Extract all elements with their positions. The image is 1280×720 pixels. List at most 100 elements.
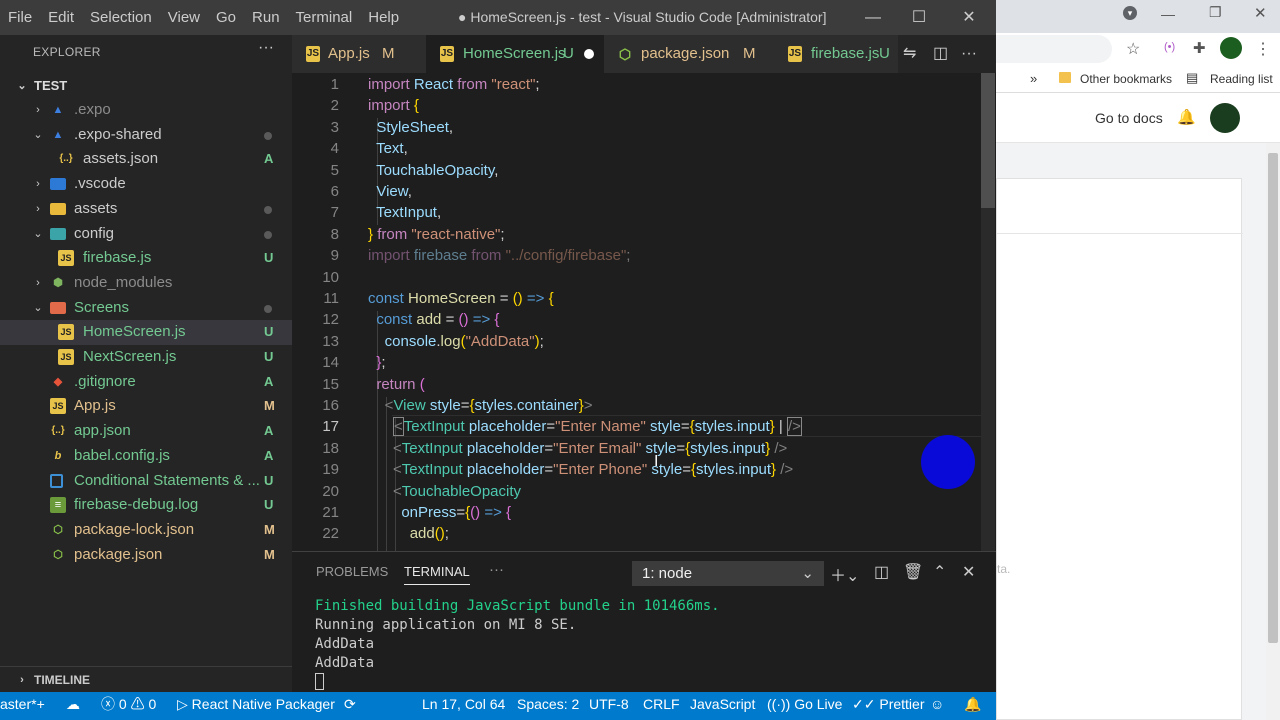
close-button[interactable]: ✕	[946, 0, 992, 35]
git-status-badge: M	[264, 546, 275, 562]
split-editor-icon[interactable]: ◫	[933, 35, 948, 73]
close-icon[interactable]: ✕	[1254, 4, 1267, 22]
code-line-11: 11 const HomeScreen = () => {	[292, 288, 982, 309]
menu-file[interactable]: File	[0, 9, 40, 26]
close-panel-icon[interactable]: ✕	[962, 562, 975, 582]
maximize-button[interactable]: ☐	[896, 0, 942, 35]
indentation[interactable]: Spaces: 2	[517, 692, 579, 720]
tree-item-expo[interactable]: › ▲ .expo	[0, 98, 292, 123]
refresh-icon[interactable]: ⟳	[344, 692, 356, 720]
tree-item-app-js[interactable]: JS App.js M	[0, 394, 292, 419]
tree-item-config[interactable]: ⌄ config	[0, 222, 292, 247]
trash-icon[interactable]: 🗑	[903, 562, 923, 582]
user-avatar[interactable]	[1210, 103, 1240, 133]
tab-firebase-js[interactable]: JS firebase.js U	[774, 35, 898, 73]
tree-item-assets[interactable]: › assets	[0, 197, 292, 222]
vscode-window: File Edit Selection View Go Run Terminal…	[0, 0, 996, 720]
bookmarks-overflow[interactable]: »	[1030, 71, 1037, 86]
menu-go[interactable]: Go	[208, 9, 244, 26]
cast-icon[interactable]: (•)	[1164, 41, 1175, 53]
sync-icon[interactable]: ☁	[66, 692, 80, 720]
tree-item-firebase-debug-log[interactable]: ≡ firebase-debug.log U	[0, 493, 292, 518]
menu-run[interactable]: Run	[244, 9, 288, 26]
line-ending[interactable]: CRLF	[643, 692, 680, 720]
other-bookmarks[interactable]: Other bookmarks	[1080, 72, 1172, 86]
tab-package-json[interactable]: ⬡ package.json M	[604, 35, 774, 73]
timeline-section[interactable]: › TIMELINE	[0, 666, 292, 692]
go-live-button[interactable]: ((·)) Go Live	[767, 692, 842, 720]
page-scrollbar[interactable]	[1266, 143, 1280, 720]
tab-app-js[interactable]: JS App.js M	[292, 35, 426, 73]
tree-item-package-lock-json[interactable]: ⬡ package-lock.json M	[0, 518, 292, 543]
panel-more-icon[interactable]: ···	[489, 561, 504, 578]
tree-item-nextscreen-js[interactable]: JS NextScreen.js U	[0, 345, 292, 370]
npm-file-icon: ⬡	[53, 523, 63, 536]
menu-selection[interactable]: Selection	[82, 9, 160, 26]
chrome-menu-icon[interactable]: ⋮	[1255, 39, 1271, 59]
menu-terminal[interactable]: Terminal	[288, 9, 361, 26]
tree-item-assets-json[interactable]: {..} assets.json A	[0, 147, 292, 172]
tree-item-babel-config[interactable]: b babel.config.js A	[0, 444, 292, 469]
minimize-button[interactable]: —	[850, 0, 896, 35]
notification-bell-icon[interactable]: 🔔	[1177, 108, 1196, 126]
notification-bell-icon[interactable]: 🔔	[964, 692, 981, 720]
minimize-icon[interactable]: —	[1161, 6, 1175, 22]
new-terminal-icon[interactable]: ＋⌄	[830, 562, 859, 586]
tree-item-label: config	[74, 224, 115, 242]
tree-item-package-json[interactable]: ⬡ package.json M	[0, 543, 292, 568]
code-editor[interactable]: 1 import React from "react"; 2 import { 3 …	[292, 73, 996, 551]
tree-item-screens[interactable]: ⌄ Screens	[0, 296, 292, 321]
tab-problems[interactable]: PROBLEMS	[316, 564, 388, 579]
reading-list[interactable]: Reading list	[1210, 72, 1273, 86]
editor-scrollbar-thumb[interactable]	[981, 73, 995, 208]
compare-changes-icon[interactable]: ⇋	[903, 35, 916, 73]
git-status-badge: M	[264, 398, 275, 414]
git-branch[interactable]: aster*+	[0, 692, 45, 720]
go-to-docs-link[interactable]: Go to docs	[1095, 110, 1163, 126]
packager-status[interactable]: ▷ React Native Packager	[177, 692, 335, 720]
page-scrollbar-thumb[interactable]	[1268, 153, 1278, 643]
code-line-8: 8} from "react-native";	[292, 224, 982, 245]
menu-edit[interactable]: Edit	[40, 9, 82, 26]
cursor-position[interactable]: Ln 17, Col 64	[422, 692, 505, 720]
prettier-status[interactable]: ✓✓ Prettier	[852, 692, 924, 720]
editor-scrollbar[interactable]	[981, 73, 995, 551]
tab-status: U	[563, 45, 574, 62]
explorer-more-button[interactable]: ···	[258, 39, 274, 57]
explorer-root-folder[interactable]: ⌄ TEST	[0, 75, 292, 97]
editor-more-icon[interactable]: ···	[961, 35, 977, 73]
bookmark-star-icon[interactable]: ☆	[1126, 39, 1140, 59]
tab-status: M	[382, 45, 395, 62]
restore-icon[interactable]: ❐	[1209, 4, 1222, 21]
unsaved-dot-icon[interactable]	[584, 49, 594, 59]
menu-view[interactable]: View	[160, 9, 208, 26]
tree-item-app-json[interactable]: {..} app.json A	[0, 419, 292, 444]
address-bar[interactable]	[996, 35, 1112, 63]
extensions-icon[interactable]: ✚	[1193, 39, 1206, 57]
tree-item-conditional-statements[interactable]: Conditional Statements & ... U	[0, 469, 292, 494]
maximize-panel-icon[interactable]: ⌃	[933, 562, 946, 582]
tree-item-gitignore[interactable]: ◆ .gitignore A	[0, 370, 292, 395]
terminal-select[interactable]: 1: node ⌄	[632, 561, 824, 586]
tree-item-firebase-js[interactable]: JS firebase.js U	[0, 246, 292, 271]
chrome-toolbar: ☆ (•) ✚ ⋮	[996, 33, 1280, 65]
tab-homescreen-js[interactable]: JS HomeScreen.js U	[426, 35, 604, 73]
feedback-icon[interactable]: ☺	[930, 692, 944, 720]
javascript-file-icon: JS	[58, 250, 74, 267]
line-number: 4	[330, 140, 339, 158]
menu-help[interactable]: Help	[360, 9, 407, 26]
language-mode[interactable]: JavaScript	[690, 692, 755, 720]
tree-item-node-modules[interactable]: › ⬢ node_modules	[0, 271, 292, 296]
tree-item-expo-shared[interactable]: ⌄ ▲ .expo-shared	[0, 123, 292, 148]
git-status-badge: U	[264, 324, 274, 340]
encoding[interactable]: UTF-8	[589, 692, 629, 720]
problems-indicator[interactable]: ⓧ 0 ⚠ 0	[101, 692, 156, 720]
tree-item-label: assets	[74, 199, 118, 217]
split-terminal-icon[interactable]: ◫	[874, 562, 889, 582]
bookmarks-bar: » Other bookmarks ▤ Reading list	[996, 65, 1280, 93]
profile-menu-icon[interactable]: ▾	[1123, 6, 1137, 20]
tree-item-homescreen-js[interactable]: JS HomeScreen.js U	[0, 320, 292, 345]
profile-avatar[interactable]	[1220, 37, 1242, 59]
tree-item-vscode[interactable]: › .vscode	[0, 172, 292, 197]
tab-terminal[interactable]: TERMINAL	[404, 564, 470, 585]
